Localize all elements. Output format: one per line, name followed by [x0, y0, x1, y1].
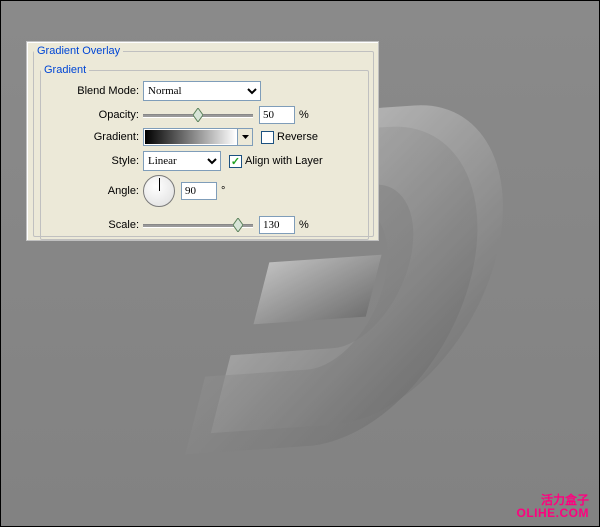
watermark-en: OLIHE.COM — [517, 507, 590, 520]
align-checkbox-box: ✓ — [229, 155, 242, 168]
angle-dial-hand — [159, 178, 160, 191]
scale-label: Scale: — [41, 219, 143, 231]
scale-input[interactable] — [259, 216, 295, 234]
outer-group: Gradient Overlay Gradient Blend Mode: No… — [33, 45, 374, 237]
opacity-input[interactable] — [259, 106, 295, 124]
watermark: 活力盒子 OLIHE.COM — [517, 494, 590, 520]
scale-suffix: % — [299, 219, 309, 231]
blend-mode-label: Blend Mode: — [41, 85, 143, 97]
gradient-group-legend: Gradient — [41, 64, 89, 76]
gradient-dropdown-button[interactable] — [237, 129, 252, 145]
reverse-checkbox-label: Reverse — [277, 131, 318, 143]
opacity-slider[interactable] — [143, 108, 253, 122]
blend-mode-select[interactable]: Normal — [143, 81, 261, 101]
reverse-checkbox-box — [261, 131, 274, 144]
align-checkbox-label: Align with Layer — [245, 155, 323, 167]
watermark-cn: 活力盒子 — [517, 494, 590, 507]
angle-label: Angle: — [41, 185, 143, 197]
angle-dial[interactable] — [143, 175, 175, 207]
gradient-overlay-panel: Gradient Overlay Gradient Blend Mode: No… — [26, 41, 379, 241]
outer-group-legend: Gradient Overlay — [34, 45, 123, 57]
scale-slider[interactable] — [143, 218, 253, 232]
opacity-label: Opacity: — [41, 109, 143, 121]
align-checkbox[interactable]: ✓ Align with Layer — [229, 155, 323, 168]
chevron-down-icon — [242, 135, 249, 139]
gradient-group: Gradient Blend Mode: Normal Opacity: — [40, 64, 369, 240]
style-select[interactable]: Linear — [143, 151, 221, 171]
gradient-label: Gradient: — [41, 131, 143, 143]
gradient-preview — [144, 129, 237, 145]
angle-suffix: ° — [221, 185, 225, 197]
reverse-checkbox[interactable]: Reverse — [261, 131, 318, 144]
app-canvas: Gradient Overlay Gradient Blend Mode: No… — [0, 0, 600, 527]
style-label: Style: — [41, 155, 143, 167]
angle-input[interactable] — [181, 182, 217, 200]
gradient-picker[interactable] — [143, 128, 253, 146]
opacity-suffix: % — [299, 109, 309, 121]
